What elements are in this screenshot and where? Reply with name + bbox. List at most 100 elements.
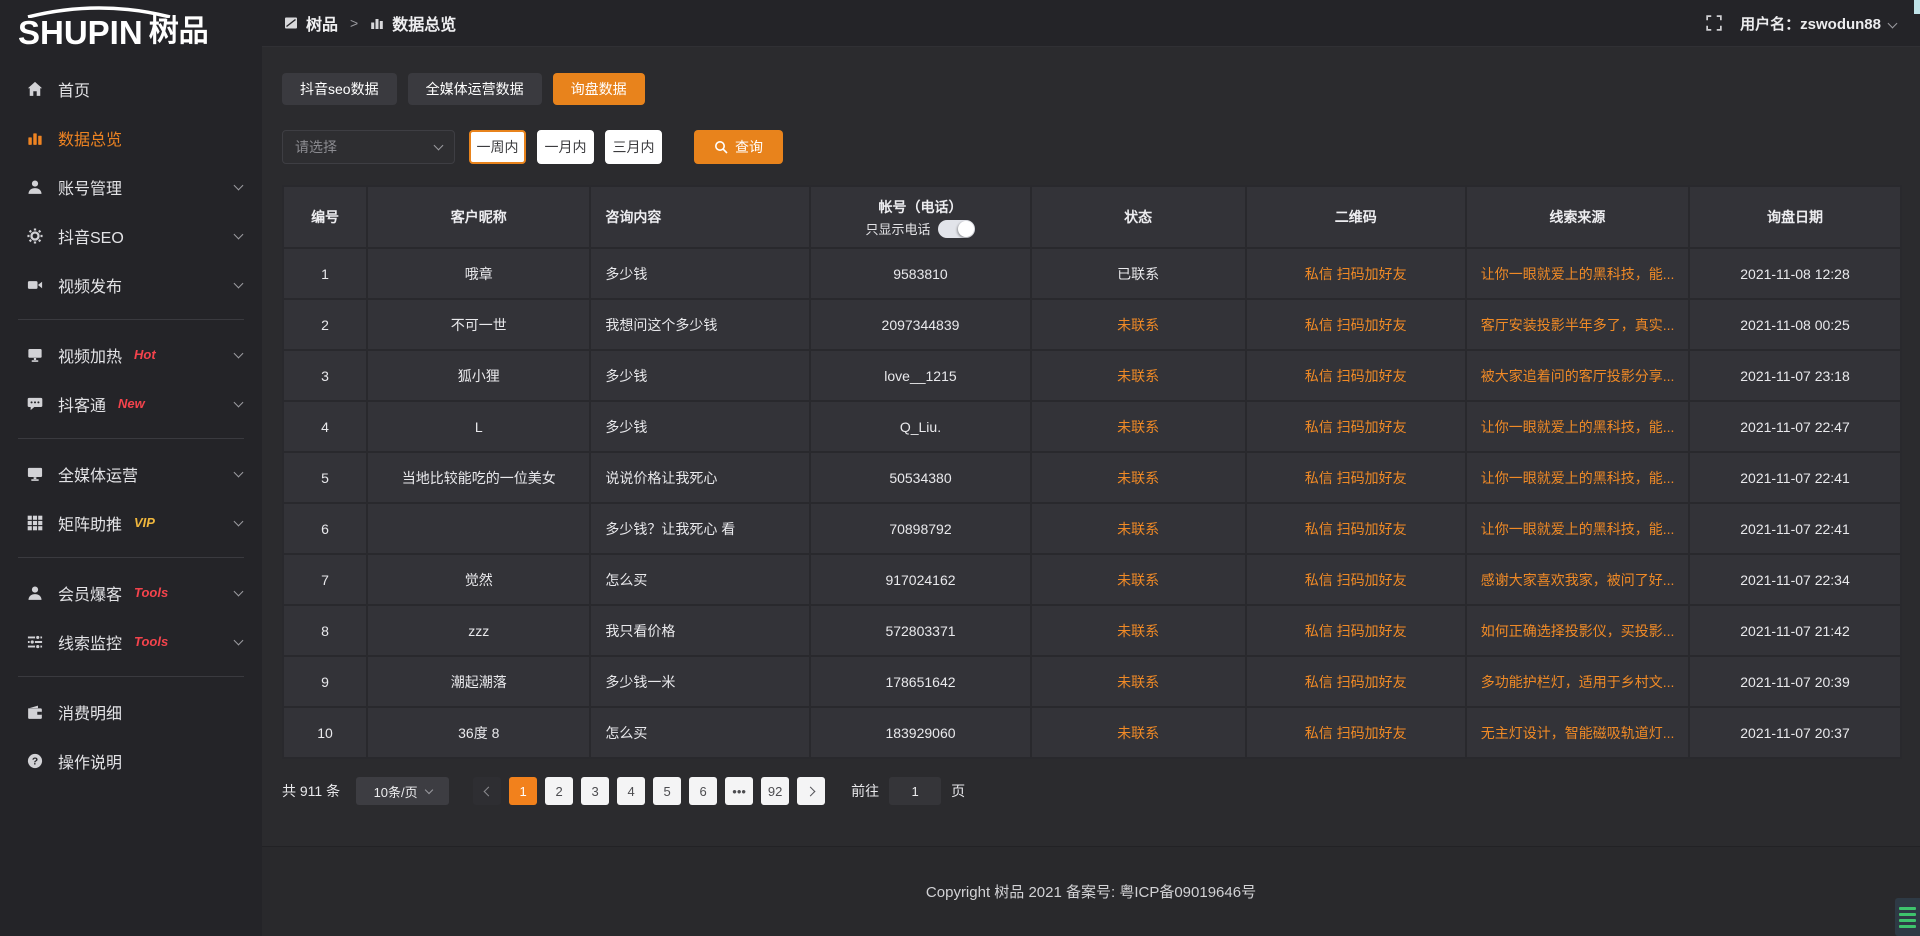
sidebar-item-video-publish[interactable]: 视频发布 [0,260,262,309]
cell-content: 我想问这个多少钱 [590,299,810,350]
sidebar-item-label: 视频发布 [58,273,122,297]
sidebar-item-douyin-seo[interactable]: 抖音SEO [0,211,262,260]
sidebar-item-label: 会员爆客 [58,581,122,605]
cell-source-link[interactable]: 无主灯设计，智能磁吸轨道灯... [1466,707,1689,758]
col-header-content: 咨询内容 [590,186,810,248]
sidebar-item-douketong[interactable]: 抖客通 New [0,379,262,428]
table-row: 10 36度 8 怎么买 183929060 未联系 私信 扫码加好友 无主灯设… [283,707,1901,758]
page-ellipsis-button[interactable]: ••• [725,777,753,805]
corner-widget[interactable] [1895,898,1920,936]
col-header-source: 线索来源 [1466,186,1689,248]
table-row: 6 多少钱？让我死心 看 70898792 未联系 私信 扫码加好友 让你一眼就… [283,503,1901,554]
search-button[interactable]: 查询 [694,130,783,164]
cell-no: 2 [283,299,367,350]
page-size-select[interactable]: 10条/页 [356,777,449,805]
sidebar-item-account-manage[interactable]: 账号管理 [0,162,262,211]
cell-qrcode-links[interactable]: 私信 扫码加好友 [1246,299,1466,350]
cell-source-link[interactable]: 让你一眼就爱上的黑科技，能... [1466,503,1689,554]
pagination: 共 911 条 10条/页 1 2 3 4 5 6 ••• 92 前往 页 [282,777,1902,805]
page-button-6[interactable]: 6 [689,777,717,805]
breadcrumb-separator: > [350,15,358,31]
cell-status: 已联系 [1031,248,1246,299]
prev-page-button[interactable] [473,777,501,805]
cell-source-link[interactable]: 如何正确选择投影仪，买投影... [1466,605,1689,656]
content-area: 抖音seo数据 全媒体运营数据 询盘数据 请选择 一周内 一月内 三月内 查询 [262,47,1920,846]
tab-douyin-seo-data[interactable]: 抖音seo数据 [282,73,397,105]
home-icon [26,80,43,97]
cell-source-link[interactable]: 让你一眼就爱上的黑科技，能... [1466,248,1689,299]
breadcrumb-root[interactable]: 树品 [306,11,338,35]
chevron-down-icon [1888,18,1898,28]
tab-inquiry-data[interactable]: 询盘数据 [553,73,645,105]
chevron-down-icon [434,140,444,150]
cell-qrcode-links[interactable]: 私信 扫码加好友 [1246,605,1466,656]
cell-qrcode-links[interactable]: 私信 扫码加好友 [1246,248,1466,299]
range-week-button[interactable]: 一周内 [469,130,526,164]
sidebar-item-video-heat[interactable]: 视频加热 Hot [0,330,262,379]
cell-qrcode-links[interactable]: 私信 扫码加好友 [1246,554,1466,605]
cell-qrcode-links[interactable]: 私信 扫码加好友 [1246,350,1466,401]
sidebar-item-allmedia-operation[interactable]: 全媒体运营 [0,449,262,498]
cell-content: 多少钱 [590,401,810,452]
cell-content: 我只看价格 [590,605,810,656]
cell-qrcode-links[interactable]: 私信 扫码加好友 [1246,401,1466,452]
cell-status: 未联系 [1031,554,1246,605]
sidebar-item-lead-monitor[interactable]: 线索监控 Tools [0,617,262,666]
sidebar-item-data-overview[interactable]: 数据总览 [0,113,262,162]
page-button-92[interactable]: 92 [761,777,789,805]
scrollbar-thumb[interactable] [1914,0,1920,14]
cell-date: 2021-11-07 22:47 [1689,401,1901,452]
grid-icon [26,514,43,531]
phone-only-toggle[interactable] [938,220,975,238]
next-page-button[interactable] [797,777,825,805]
page-button-3[interactable]: 3 [581,777,609,805]
col-header-qrcode: 二维码 [1246,186,1466,248]
cell-source-link[interactable]: 让你一眼就爱上的黑科技，能... [1466,452,1689,503]
cell-qrcode-links[interactable]: 私信 扫码加好友 [1246,452,1466,503]
sidebar-item-matrix-boost[interactable]: 矩阵助推 VIP [0,498,262,547]
range-quarter-button[interactable]: 三月内 [605,130,662,164]
cell-source-link[interactable]: 多功能护栏灯，适用于乡村文... [1466,656,1689,707]
cell-status: 未联系 [1031,707,1246,758]
cell-qrcode-links[interactable]: 私信 扫码加好友 [1246,707,1466,758]
cell-source-link[interactable]: 客厅安装投影半年多了，真实... [1466,299,1689,350]
range-month-button[interactable]: 一月内 [537,130,594,164]
cell-nickname: 不可一世 [367,299,590,350]
cell-source-link[interactable]: 让你一眼就爱上的黑科技，能... [1466,401,1689,452]
chevron-down-icon [234,180,244,190]
cell-account: 183929060 [810,707,1030,758]
account-header-title: 帐号（电话） [821,196,1019,220]
goto-page-input[interactable] [889,777,941,805]
cell-content: 多少钱一米 [590,656,810,707]
page-button-5[interactable]: 5 [653,777,681,805]
goto-page: 前往 页 [851,777,965,805]
user-menu[interactable]: 用户名：zswodun88 [1740,13,1896,34]
page-button-1[interactable]: 1 [509,777,537,805]
chevron-down-icon [234,348,244,358]
account-select[interactable]: 请选择 [282,130,455,164]
cell-qrcode-links[interactable]: 私信 扫码加好友 [1246,656,1466,707]
page-button-4[interactable]: 4 [617,777,645,805]
sidebar-item-expense-detail[interactable]: 消费明细 [0,687,262,736]
sidebar-item-help[interactable]: ? 操作说明 [0,736,262,785]
cell-account: 9583810 [810,248,1030,299]
chevron-down-icon [234,278,244,288]
cell-source-link[interactable]: 感谢大家喜欢我家，被问了好... [1466,554,1689,605]
chevron-down-icon [234,467,244,477]
cell-nickname: 当地比较能吃的一位美女 [367,452,590,503]
cell-qrcode-links[interactable]: 私信 扫码加好友 [1246,503,1466,554]
fullscreen-icon[interactable] [1706,15,1722,31]
cell-account: 572803371 [810,605,1030,656]
cell-source-link[interactable]: 被大家追着问的客厅投影分享... [1466,350,1689,401]
cell-account: 50534380 [810,452,1030,503]
question-circle-icon: ? [26,752,43,769]
sidebar-item-member-baoke[interactable]: 会员爆客 Tools [0,568,262,617]
sidebar-item-home[interactable]: 首页 [0,64,262,113]
cell-status: 未联系 [1031,452,1246,503]
col-header-nickname: 客户昵称 [367,186,590,248]
page-button-2[interactable]: 2 [545,777,573,805]
cell-nickname: 哦章 [367,248,590,299]
tab-allmedia-data[interactable]: 全媒体运营数据 [408,73,542,105]
logo-arc-icon [24,6,174,18]
cell-content: 怎么买 [590,707,810,758]
